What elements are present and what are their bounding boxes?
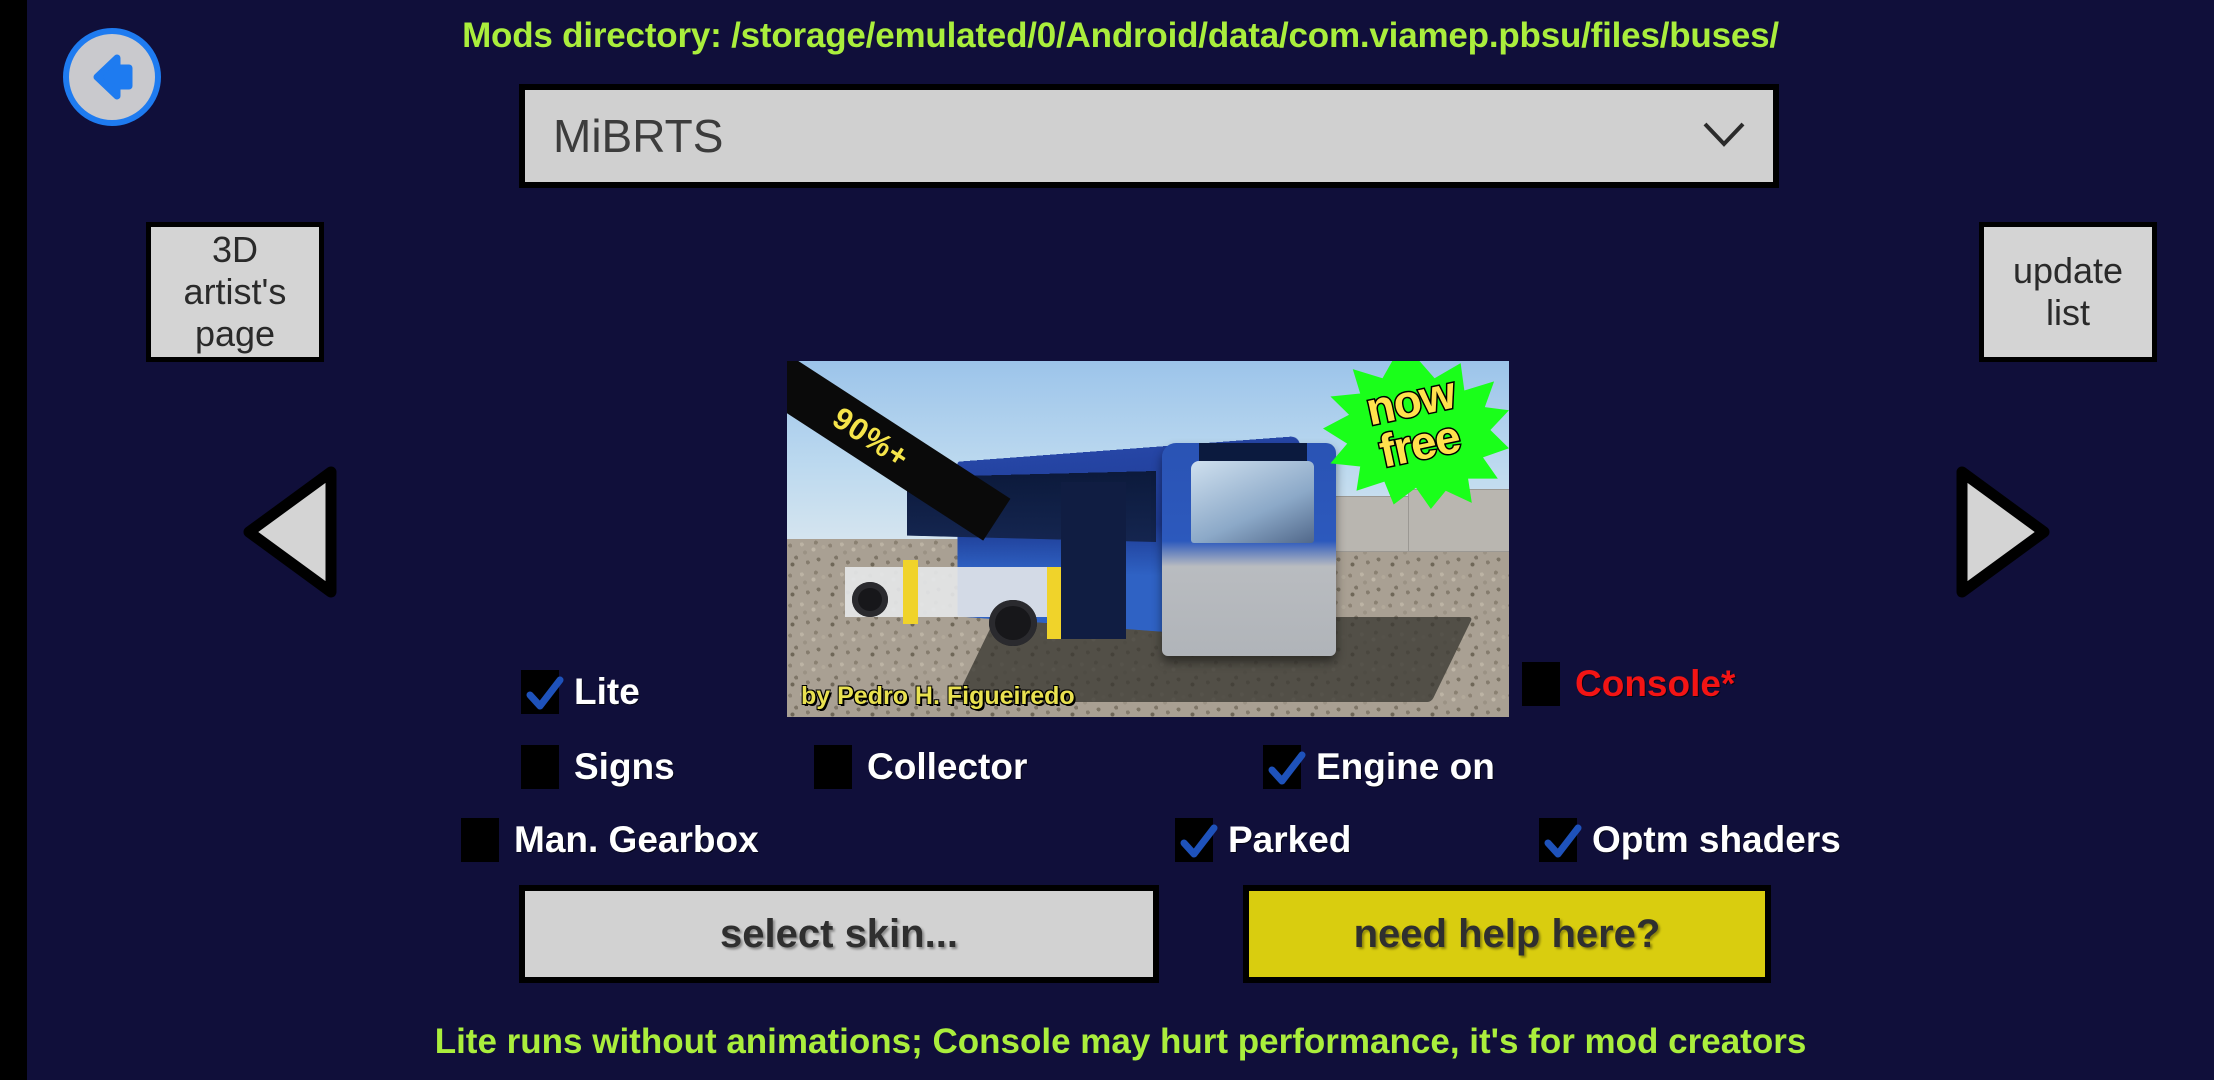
checkbox-man-gearbox[interactable]: Man. Gearbox <box>461 818 759 862</box>
left-bezel <box>0 0 27 1080</box>
check-icon <box>1180 824 1218 858</box>
chevron-down-icon <box>1701 119 1747 154</box>
checkbox-box <box>1175 818 1218 862</box>
checkbox-engine-on[interactable]: Engine on <box>1263 745 1495 789</box>
checkbox-label: Signs <box>574 746 675 787</box>
arrow-left-icon <box>81 46 143 108</box>
checkbox-box <box>1539 818 1582 862</box>
preview-building <box>1407 489 1509 552</box>
app-stage: Mods directory: /storage/emulated/0/Andr… <box>27 0 2214 1080</box>
preview-bus-windshield <box>1191 460 1315 543</box>
checkbox-box <box>461 818 499 862</box>
checkbox-signs[interactable]: Signs <box>521 745 675 789</box>
select-skin-button[interactable]: select skin... <box>519 885 1159 983</box>
previous-mod-arrow[interactable] <box>239 462 339 602</box>
preview-bus-destination-sign <box>1198 442 1307 461</box>
footer-note: Lite runs without animations; Console ma… <box>434 1022 1807 1061</box>
update-list-button[interactable]: update list <box>1979 222 2157 362</box>
bus-preview-image: 90%+ now free by Pedro H. Figueiredo <box>787 361 1509 717</box>
back-button[interactable] <box>63 28 161 126</box>
preview-credit: by Pedro H. Figueiredo <box>801 682 1075 710</box>
next-mod-arrow[interactable] <box>1954 462 2054 602</box>
checkbox-box <box>814 745 852 789</box>
need-help-label: need help here? <box>1249 891 1765 977</box>
checkbox-label: Parked <box>1228 819 1352 860</box>
app-screen: Mods directory: /storage/emulated/0/Andr… <box>0 0 2214 1080</box>
preview-bus-door <box>1061 482 1127 639</box>
preview-bus-wheel <box>989 599 1037 646</box>
checkbox-box <box>521 670 564 714</box>
checkbox-parked[interactable]: Parked <box>1175 818 1351 862</box>
checkbox-label: Console* <box>1575 663 1736 704</box>
checkbox-label: Engine on <box>1316 746 1495 787</box>
checkbox-label: Optm shaders <box>1592 819 1841 860</box>
checkbox-lite[interactable]: Lite <box>521 670 640 714</box>
checkbox-box <box>1522 662 1560 706</box>
checkbox-label: Collector <box>867 746 1028 787</box>
need-help-button[interactable]: need help here? <box>1243 885 1771 983</box>
update-button-line2: list <box>2045 292 2090 333</box>
check-icon <box>1544 824 1582 858</box>
mod-select-dropdown[interactable]: MiBRTS <box>519 84 1779 188</box>
checkbox-label: Man. Gearbox <box>514 819 759 860</box>
checkbox-collector[interactable]: Collector <box>814 745 1027 789</box>
checkbox-label: Lite <box>574 671 640 712</box>
mods-directory-label: Mods directory: /storage/emulated/0/Andr… <box>462 16 1779 55</box>
checkbox-console[interactable]: Console* <box>1522 662 1735 706</box>
artist-button-line2: artist's <box>183 270 287 312</box>
artist-page-button[interactable]: 3D artist's page <box>146 222 324 362</box>
checkbox-box <box>521 745 559 789</box>
select-skin-label: select skin... <box>525 891 1153 977</box>
check-icon <box>1268 751 1306 785</box>
checkbox-optm-shaders[interactable]: Optm shaders <box>1539 818 1841 862</box>
preview-bus-wheel <box>851 581 889 618</box>
update-button-line1: update <box>2012 249 2124 291</box>
artist-button-line3: page <box>194 313 276 355</box>
checkbox-box <box>1263 745 1306 789</box>
artist-button-line1: 3D <box>211 228 258 270</box>
preview-bus-trim <box>902 560 919 625</box>
check-icon <box>526 676 564 710</box>
mod-select-value: MiBRTS <box>553 110 724 162</box>
